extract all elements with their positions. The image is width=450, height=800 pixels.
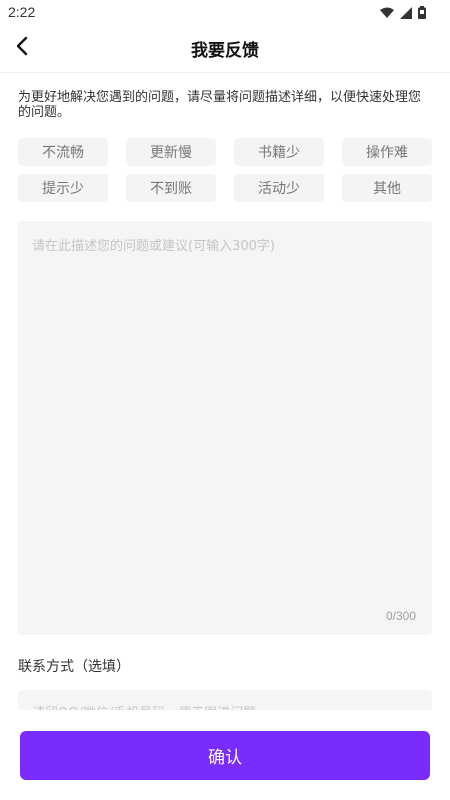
tag-few-activities[interactable]: 活动少 [234,174,324,202]
page-title: 我要反馈 [191,41,259,61]
confirm-button[interactable]: 确认 [20,731,430,780]
tag-hard-to-use[interactable]: 操作难 [342,138,432,166]
char-counter: 0/300 [385,609,416,623]
status-bar: 2:22 [0,0,450,24]
bottom-bar: 确认 [0,710,450,800]
feedback-tags: 不流畅 更新慢 书籍少 操作难 提示少 不到账 活动少 其他 [18,138,432,202]
intro-text: 为更好地解决您遇到的问题，请尽量将问题描述详细，以便快速处理您的问题。 [18,90,422,120]
tag-few-books[interactable]: 书籍少 [234,138,324,166]
description-box: 0/300 [18,221,432,635]
tag-not-credited[interactable]: 不到账 [126,174,216,202]
status-icons [380,4,426,23]
tag-not-smooth[interactable]: 不流畅 [18,138,108,166]
description-input[interactable] [18,221,432,601]
contact-input[interactable] [18,698,432,710]
status-time: 2:22 [8,4,36,20]
tag-slow-update[interactable]: 更新慢 [126,138,216,166]
tag-other[interactable]: 其他 [342,174,432,202]
tag-few-prompts[interactable]: 提示少 [18,174,108,202]
battery-icon [418,4,426,23]
contact-box [18,690,432,710]
contact-label: 联系方式（选填） [18,659,130,675]
wifi-icon [380,4,394,23]
header: 我要反馈 [0,24,450,73]
signal-icon [400,4,412,23]
